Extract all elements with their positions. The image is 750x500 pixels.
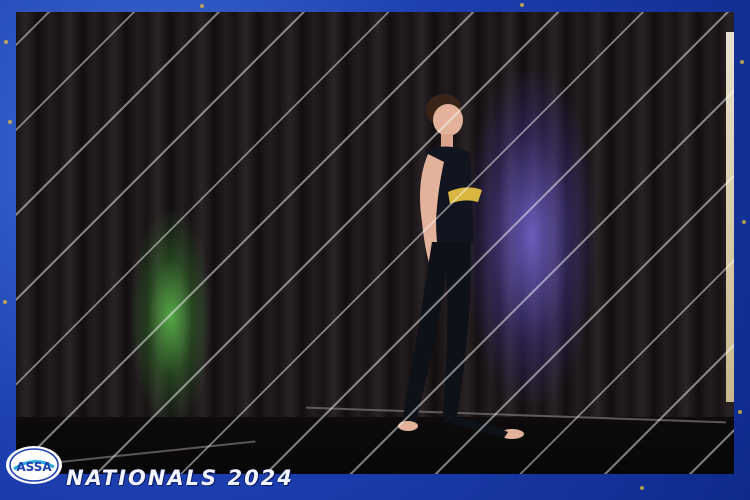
logo-text: ASSA: [16, 460, 52, 474]
event-label: NATIONALS 2024: [66, 466, 294, 490]
gold-speckle: [640, 486, 644, 490]
gold-speckle: [4, 40, 8, 44]
green-stage-light: [131, 212, 211, 422]
gold-speckle: [520, 3, 524, 7]
gold-speckle: [742, 220, 746, 224]
dancer: [398, 94, 524, 439]
gold-speckle: [200, 4, 204, 8]
assa-logo-icon: ASSA: [9, 448, 59, 482]
assa-logo: ASSA: [6, 446, 62, 484]
stage-curtain: [16, 12, 734, 432]
gold-speckle: [740, 60, 744, 64]
gold-speckle: [3, 300, 7, 304]
stage-photo: [16, 12, 734, 474]
photo-frame: ASSA NATIONALS 2024: [0, 0, 750, 500]
gold-speckle: [738, 410, 742, 414]
gold-speckle: [8, 120, 12, 124]
side-banner: [726, 32, 734, 402]
